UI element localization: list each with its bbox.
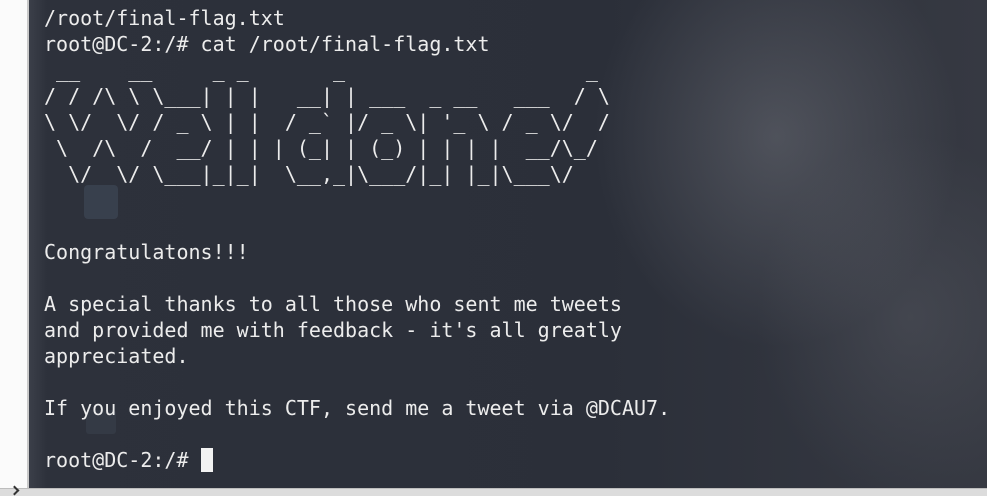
command-line: root@DC-2:/# cat /root/final-flag.txt [44, 32, 490, 56]
ascii-art-line: \ \/ \/ / _ \ | | / _` |/ _ \| '_ \ / _ … [44, 110, 610, 134]
terminal-window[interactable]: /root/final-flag.txt root@DC-2:/# cat /r… [29, 0, 987, 488]
ascii-art-line: / / /\ \ \___| | | __| | ___ _ __ ___ / … [44, 84, 610, 108]
terminal-output: /root/final-flag.txt root@DC-2:/# cat /r… [44, 5, 670, 473]
message-line: Congratulatons!!! [44, 240, 249, 264]
message-line: A special thanks to all those who sent m… [44, 292, 622, 316]
prompt-text: root@DC-2:/# [44, 448, 201, 472]
ascii-art-line: \ /\ / __/ | | | (_| | (_) | | | | __/\_… [44, 136, 610, 160]
ascii-art-line: __ __ _ _ _ _ [44, 58, 610, 82]
side-panel [0, 0, 29, 488]
prompt-line[interactable]: root@DC-2:/# [44, 447, 670, 473]
message-line: and provided me with feedback - it's all… [44, 318, 622, 342]
output-line: /root/final-flag.txt [44, 6, 285, 30]
message-line: appreciated. [44, 344, 189, 368]
message-line: If you enjoyed this CTF, send me a tweet… [44, 396, 671, 420]
bottom-bar [0, 488, 987, 496]
ascii-art-line: \/ \/ \___|_|_| \__,_|\___/|_| |_|\___\/ [44, 162, 610, 186]
cursor [200, 448, 213, 472]
